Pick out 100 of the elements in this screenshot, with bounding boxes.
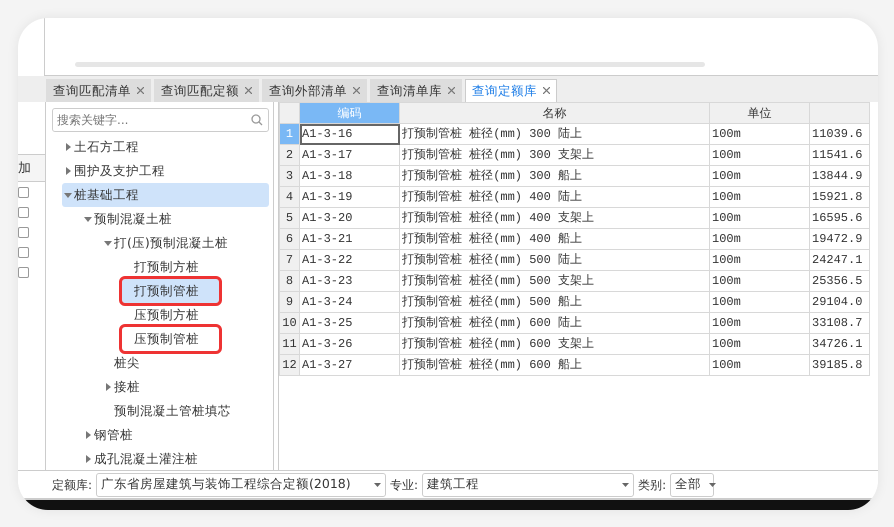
- tab[interactable]: 查询外部清单: [262, 79, 367, 102]
- tab[interactable]: 查询定额库: [465, 79, 557, 102]
- tree-item[interactable]: 钢管桩: [82, 423, 269, 447]
- field-label: 定额库:: [52, 476, 92, 494]
- table-cell: 13844.9: [810, 166, 870, 186]
- row-number: 12: [280, 354, 300, 376]
- tree-item[interactable]: 成孔混凝土灌注桩: [82, 447, 269, 470]
- column-header[interactable]: 名称: [400, 102, 710, 124]
- table-cell: 打预制管桩 桩径(mm) 300 船上: [400, 166, 710, 186]
- caret-right-icon[interactable]: [86, 455, 90, 463]
- table-cell: 33108.7: [810, 312, 870, 334]
- table-cell: 100m: [710, 228, 810, 250]
- table-cell: 11541.6: [810, 144, 870, 166]
- tree-item[interactable]: 打预制管桩: [122, 279, 219, 303]
- caret-down-icon: [374, 482, 382, 486]
- checkbox[interactable]: [18, 247, 29, 258]
- table-cell: 15921.8: [810, 186, 870, 208]
- tree-item[interactable]: 打(压)预制混凝土桩: [102, 231, 269, 255]
- table-cell: A1-3-25: [300, 312, 400, 334]
- caret-down-icon[interactable]: [84, 216, 92, 222]
- row-number: 3: [280, 166, 300, 186]
- tree-item[interactable]: 压预制方桩: [122, 303, 269, 327]
- caret-down-icon[interactable]: [64, 192, 72, 198]
- column-header[interactable]: 单位: [710, 102, 810, 124]
- row-number: 9: [280, 292, 300, 312]
- caret-right-icon[interactable]: [66, 143, 70, 151]
- table-cell: 打预制管桩 桩径(mm) 500 陆上: [400, 250, 710, 270]
- tree-item[interactable]: 桩尖: [102, 351, 269, 375]
- table-cell: 100m: [710, 334, 810, 354]
- table-cell: 打预制管桩 桩径(mm) 300 支架上: [400, 144, 710, 166]
- checkbox[interactable]: [18, 187, 29, 198]
- table-cell: A1-3-27: [300, 354, 400, 376]
- caret-right-icon[interactable]: [86, 431, 90, 439]
- table-cell: A1-3-17: [300, 144, 400, 166]
- table-cell: 11039.6: [810, 124, 870, 144]
- tree-item[interactable]: 围护及支护工程: [62, 159, 269, 183]
- table-cell: 100m: [710, 166, 810, 186]
- column-header: 加: [18, 154, 45, 182]
- tree-item[interactable]: 接桩: [102, 375, 269, 399]
- checkbox[interactable]: [18, 207, 29, 218]
- table-cell: 34726.1: [810, 334, 870, 354]
- table-cell: 29104.0: [810, 292, 870, 312]
- table-cell: 100m: [710, 124, 810, 144]
- table-cell: 100m: [710, 208, 810, 228]
- table-cell: 24247.1: [810, 250, 870, 270]
- table-cell: 打预制管桩 桩径(mm) 400 支架上: [400, 208, 710, 228]
- tree-item[interactable]: 桩基础工程: [62, 183, 269, 207]
- table-cell: 打预制管桩 桩径(mm) 600 陆上: [400, 312, 710, 334]
- table-cell: A1-3-26: [300, 334, 400, 354]
- table-cell: 打预制管桩 桩径(mm) 300 陆上: [400, 124, 710, 144]
- caret-down-icon: [709, 482, 716, 486]
- field-label: 专业:: [390, 476, 418, 494]
- table-cell: 打预制管桩 桩径(mm) 600 船上: [400, 354, 710, 376]
- tab[interactable]: 查询匹配定额: [154, 79, 259, 102]
- table-cell: A1-3-18: [300, 166, 400, 186]
- table-cell: 100m: [710, 270, 810, 292]
- checkbox[interactable]: [18, 267, 29, 278]
- row-number: 8: [280, 270, 300, 292]
- tree-item[interactable]: 打预制方桩: [122, 255, 269, 279]
- caret-right-icon[interactable]: [106, 383, 110, 391]
- table-cell: 打预制管桩 桩径(mm) 500 船上: [400, 292, 710, 312]
- row-number: 11: [280, 334, 300, 354]
- row-number: 2: [280, 144, 300, 166]
- dropdown[interactable]: 全部: [670, 472, 714, 496]
- tree-item[interactable]: 预制混凝土管桩填芯: [102, 399, 269, 423]
- row-number: 10: [280, 312, 300, 334]
- table-cell: 25356.5: [810, 270, 870, 292]
- table-cell: A1-3-16: [300, 124, 400, 144]
- table-cell: 打预制管桩 桩径(mm) 600 支架上: [400, 334, 710, 354]
- table-cell: A1-3-19: [300, 186, 400, 208]
- tab[interactable]: 查询清单库: [370, 79, 462, 102]
- table-cell: 100m: [710, 250, 810, 270]
- table-cell: 打预制管桩 桩径(mm) 400 陆上: [400, 186, 710, 208]
- table-cell: 打预制管桩 桩径(mm) 500 支架上: [400, 270, 710, 292]
- search-icon: [251, 114, 263, 126]
- scroll-bar[interactable]: [75, 62, 705, 67]
- table-cell: 100m: [710, 292, 810, 312]
- row-number: 4: [280, 186, 300, 208]
- field-label: 类别:: [638, 476, 666, 494]
- search-field[interactable]: 搜索关键字...: [52, 108, 269, 132]
- table-cell: A1-3-20: [300, 208, 400, 228]
- row-number: 5: [280, 208, 300, 228]
- checkbox[interactable]: [18, 227, 29, 238]
- tree-item[interactable]: 预制混凝土桩: [82, 207, 269, 231]
- table-cell: 100m: [710, 312, 810, 334]
- tree-item[interactable]: 压预制管桩: [122, 327, 219, 351]
- table-cell: A1-3-24: [300, 292, 400, 312]
- table-cell: 100m: [710, 186, 810, 208]
- table-cell: 19472.9: [810, 228, 870, 250]
- table-cell: 39185.8: [810, 354, 870, 376]
- caret-right-icon[interactable]: [66, 167, 70, 175]
- dropdown[interactable]: 建筑工程: [422, 472, 634, 496]
- dropdown[interactable]: 广东省房屋建筑与装饰工程综合定额(2018): [96, 472, 386, 496]
- caret-down-icon: [622, 482, 630, 486]
- table-cell: 16595.6: [810, 208, 870, 228]
- row-number: 6: [280, 228, 300, 250]
- table-cell: A1-3-23: [300, 270, 400, 292]
- tree-item[interactable]: 土石方工程: [62, 135, 269, 159]
- caret-down-icon[interactable]: [104, 240, 112, 246]
- tab[interactable]: 查询匹配清单: [46, 79, 151, 102]
